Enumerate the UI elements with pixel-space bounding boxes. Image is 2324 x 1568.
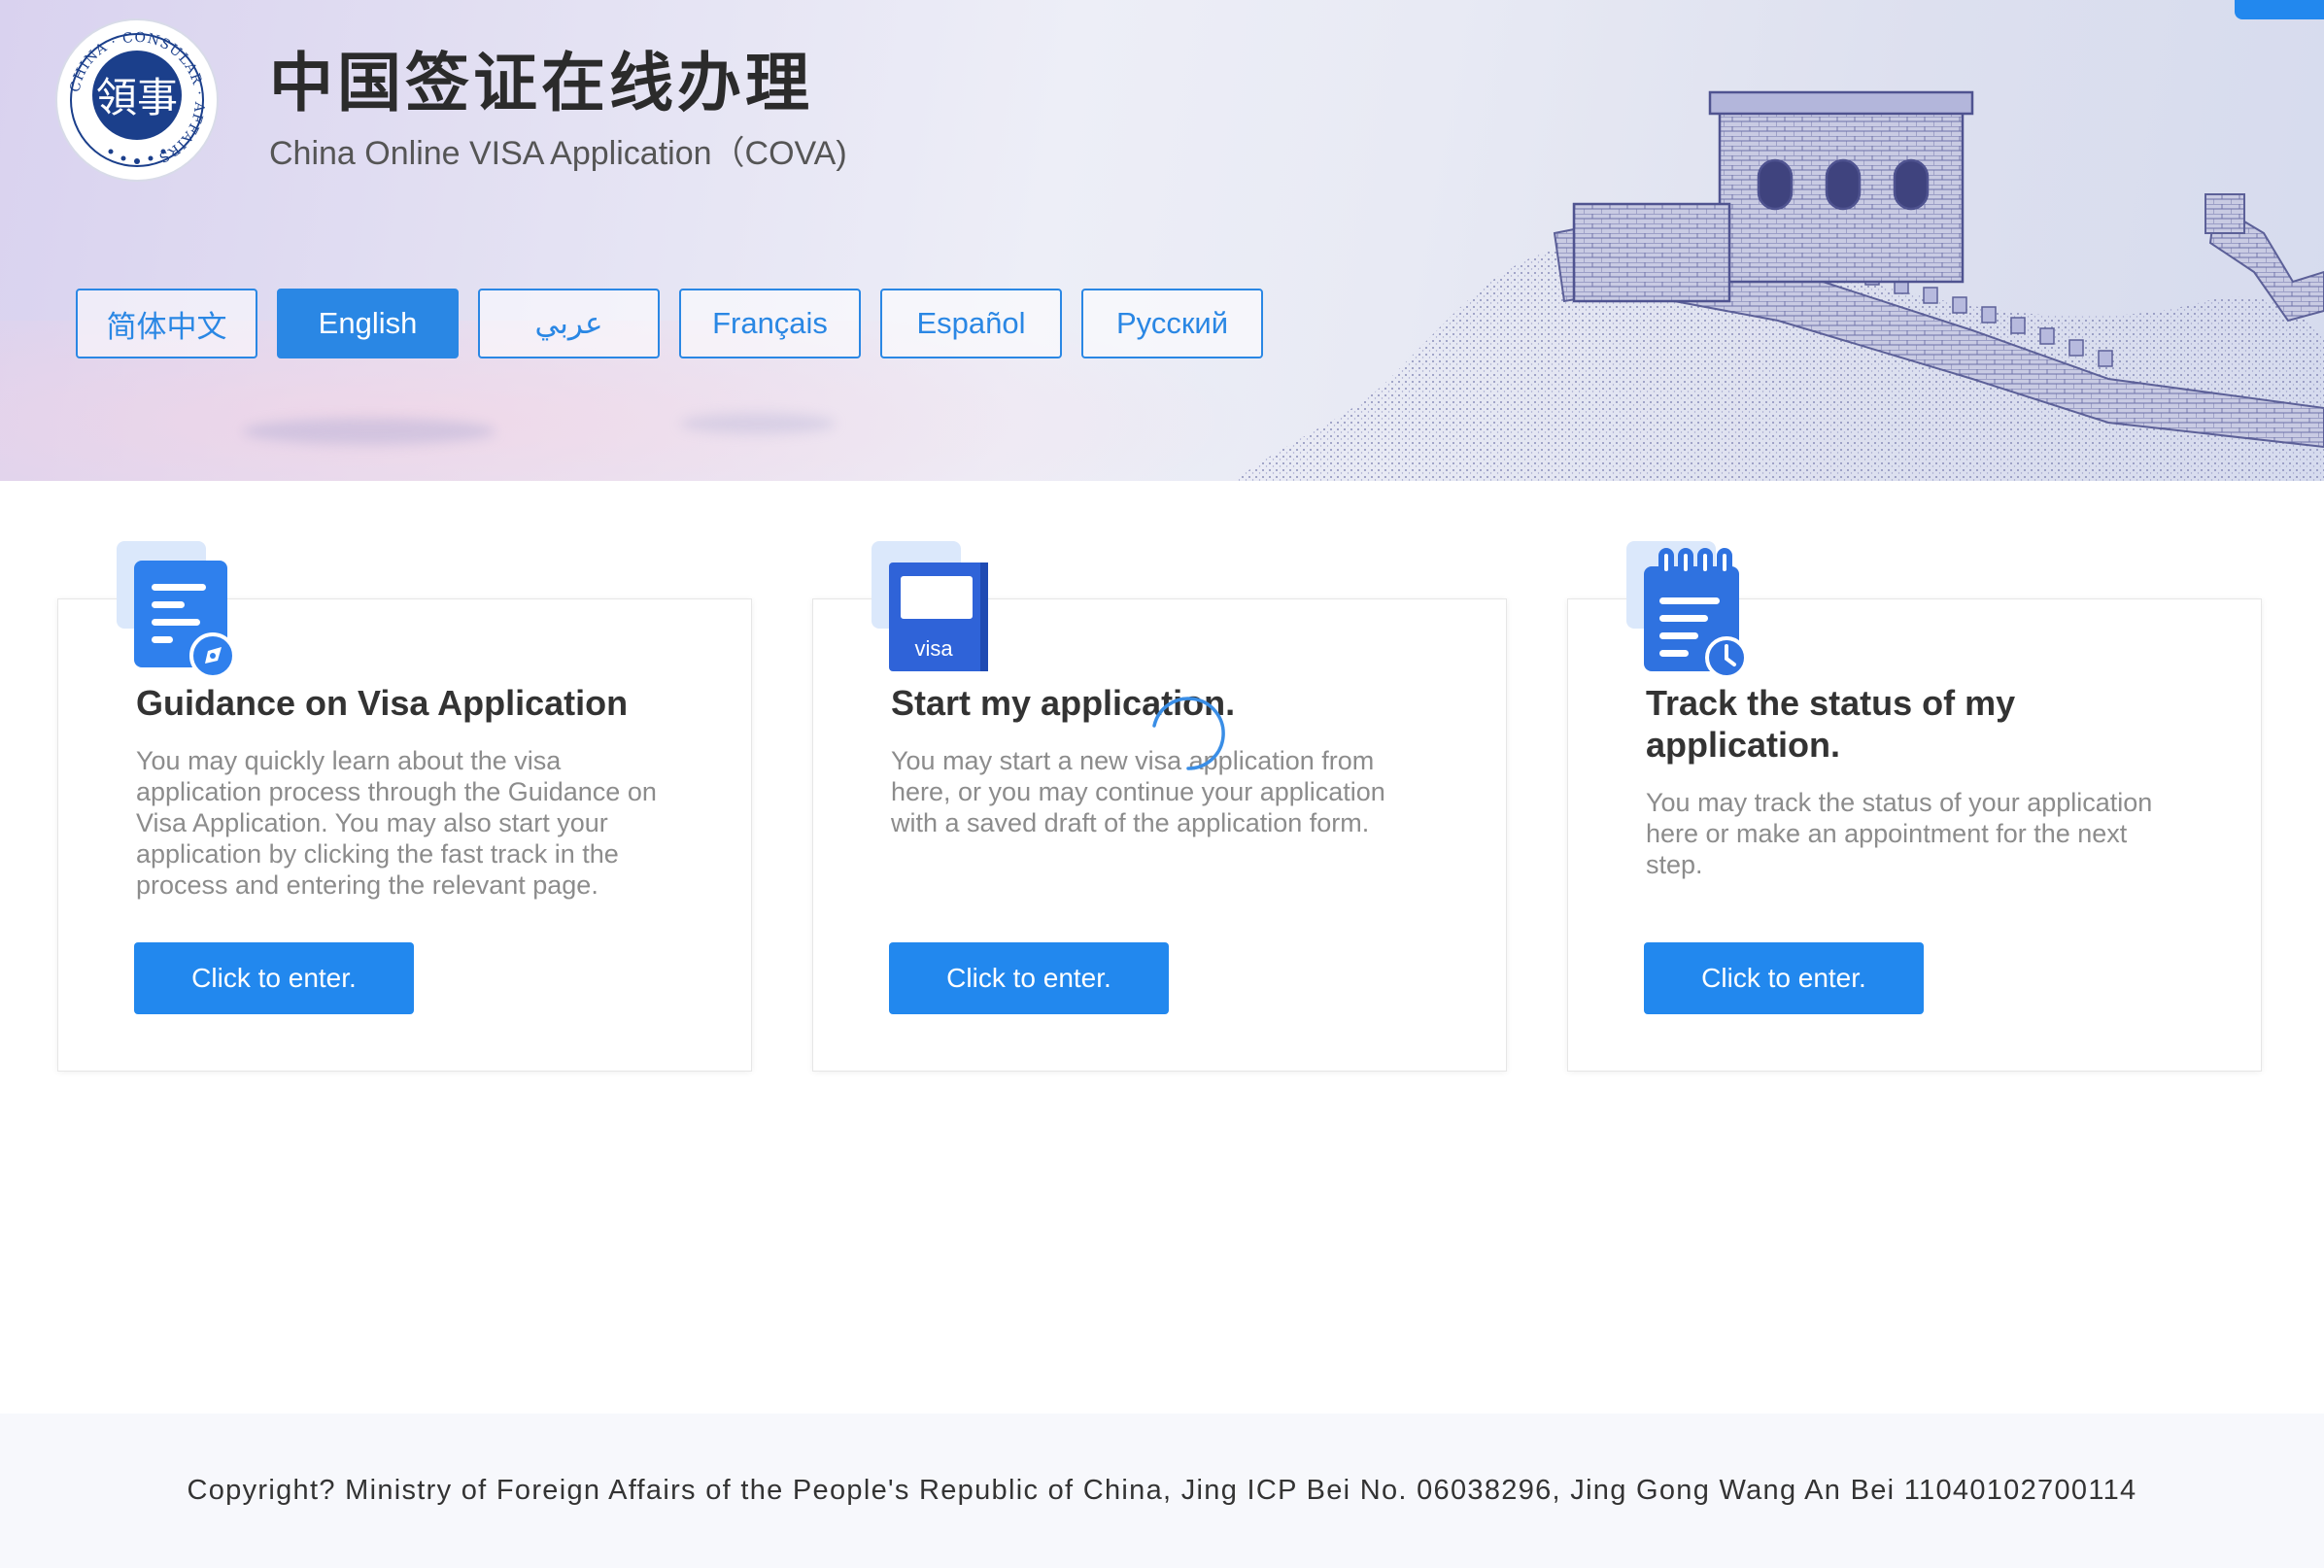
language-button-ru[interactable]: Русский bbox=[1081, 289, 1263, 358]
footer: Copyright? Ministry of Foreign Affairs o… bbox=[0, 1414, 2324, 1568]
track-status-enter-button[interactable]: Click to enter. bbox=[1644, 942, 1924, 1014]
language-button-fr[interactable]: Français bbox=[679, 289, 861, 358]
card-track-status: Track the status of my application. You … bbox=[1567, 541, 2262, 1072]
card-title: Guidance on Visa Application bbox=[136, 683, 629, 723]
guidance-document-icon bbox=[117, 541, 236, 677]
start-application-enter-button[interactable]: Click to enter. bbox=[889, 942, 1169, 1014]
copyright-text: Copyright? Ministry of Foreign Affairs o… bbox=[187, 1475, 2137, 1506]
top-right-tab[interactable] bbox=[2235, 0, 2324, 19]
page-subtitle: China Online VISA Application（COVA) bbox=[269, 135, 847, 172]
loading-spinner-icon bbox=[1152, 697, 1225, 770]
svg-text:領事: 領事 bbox=[96, 74, 178, 121]
consular-seal-icon: CHINA · CONSULAR · AFFAIRS 領事 bbox=[55, 18, 219, 182]
svg-text:visa: visa bbox=[914, 636, 953, 661]
track-status-clipboard-icon bbox=[1626, 541, 1748, 677]
language-button-ar[interactable]: عربي bbox=[478, 289, 660, 358]
language-selector: 简体中文 English عربي Français Español Русск… bbox=[76, 289, 1263, 358]
banner-cloud bbox=[680, 413, 836, 434]
language-button-zh[interactable]: 简体中文 bbox=[76, 289, 257, 358]
card-description: You may track the status of your applica… bbox=[1646, 788, 2153, 879]
card-title: Track the status of my application. bbox=[1646, 683, 2016, 765]
great-wall-illustration bbox=[1234, 90, 2324, 481]
card-description: You may quickly learn about the visa app… bbox=[136, 746, 657, 900]
page-title: 中国签证在线办理 bbox=[269, 46, 813, 120]
visa-passport-icon: visa bbox=[872, 541, 988, 671]
card-start-application: visa Start my application. You may start… bbox=[812, 541, 1507, 1072]
guidance-enter-button[interactable]: Click to enter. bbox=[134, 942, 414, 1014]
banner-cloud bbox=[243, 418, 496, 445]
language-button-en[interactable]: English bbox=[277, 289, 459, 358]
card-guidance: Guidance on Visa Application You may qui… bbox=[57, 541, 752, 1072]
header-banner: CHINA · CONSULAR · AFFAIRS 領事 中国签证在线办理 C… bbox=[0, 0, 2324, 481]
language-button-es[interactable]: Español bbox=[880, 289, 1062, 358]
